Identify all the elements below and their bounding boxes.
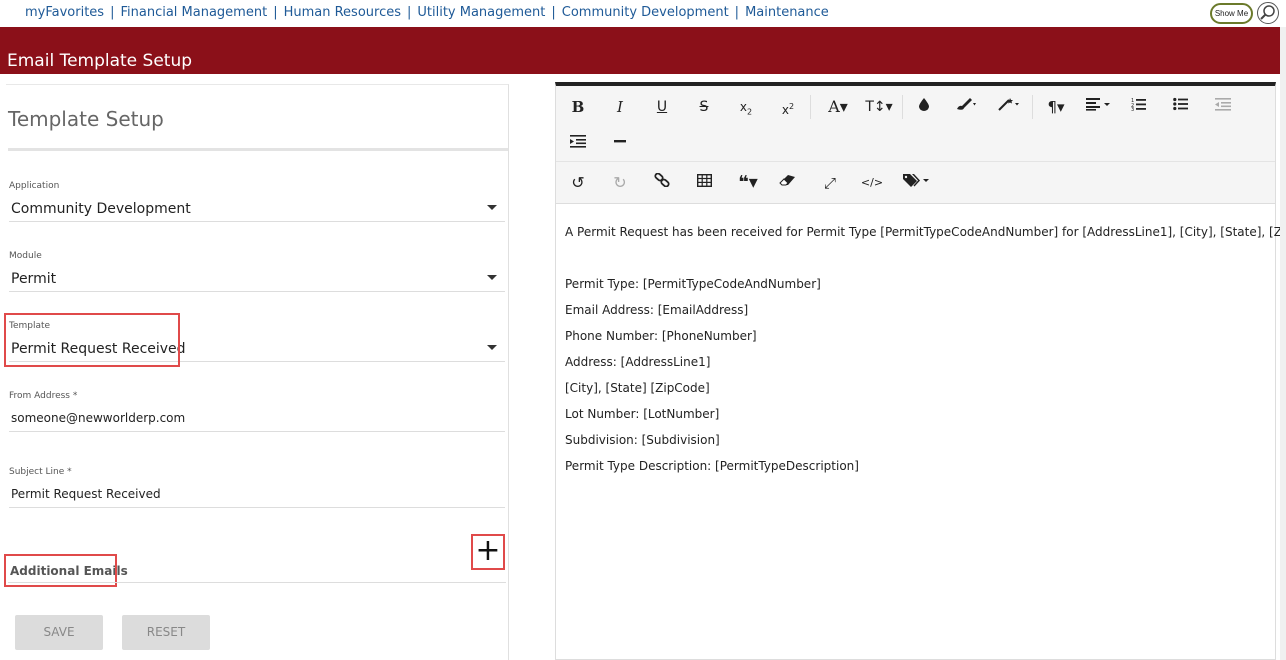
- chevron-down-icon[interactable]: [487, 345, 497, 350]
- content-line: Email Address: [EmailAddress]: [565, 303, 749, 317]
- fullscreen-icon[interactable]: ⤢: [817, 172, 843, 194]
- content-line: Phone Number: [PhoneNumber]: [565, 329, 757, 343]
- indent-icon[interactable]: [565, 133, 591, 155]
- content-line: [City], [State] [ZipCode]: [565, 381, 710, 395]
- redo-icon[interactable]: ↻: [607, 172, 633, 194]
- page-scrollbar[interactable]: [1280, 27, 1286, 660]
- show-me-button[interactable]: Show Me: [1210, 3, 1253, 24]
- ordered-list-icon[interactable]: 123: [1126, 96, 1152, 118]
- chevron-down-icon[interactable]: [487, 275, 497, 280]
- subscript-icon[interactable]: x2: [733, 96, 759, 118]
- reset-button[interactable]: RESET: [122, 615, 210, 650]
- module-select[interactable]: Module Permit: [9, 251, 505, 292]
- subject-line-field[interactable]: Subject Line * Permit Request Received: [9, 467, 505, 508]
- eraser-icon[interactable]: [775, 172, 801, 194]
- top-nav: myFavorites | Financial Management | Human R…: [0, 0, 1286, 27]
- application-select[interactable]: Application Community Development: [9, 181, 505, 222]
- table-icon[interactable]: [691, 172, 717, 194]
- nav-link-utility-management[interactable]: Utility Management: [417, 5, 545, 20]
- paragraph-icon[interactable]: ¶▾: [1040, 96, 1072, 118]
- outdent-icon[interactable]: [1210, 96, 1236, 118]
- nav-link-myfavorites[interactable]: myFavorites: [25, 5, 104, 20]
- content-line: Permit Type: [PermitTypeCodeAndNumber]: [565, 277, 821, 291]
- subject-line-label: Subject Line *: [9, 467, 72, 477]
- content-line: Permit Type Description: [PermitTypeDesc…: [565, 459, 859, 473]
- from-address-label: From Address *: [9, 391, 78, 401]
- nav-link-maintenance[interactable]: Maintenance: [745, 5, 829, 20]
- link-icon[interactable]: [649, 172, 675, 194]
- magic-icon[interactable]: [993, 96, 1025, 118]
- tags-icon[interactable]: [900, 172, 934, 194]
- page-title: Email Template Setup: [7, 51, 193, 71]
- italic-icon[interactable]: I: [607, 96, 633, 118]
- from-address-field[interactable]: From Address * someone@newworlderp.com: [9, 391, 505, 432]
- content-line: Lot Number: [LotNumber]: [565, 407, 720, 421]
- unordered-list-icon[interactable]: [1168, 96, 1194, 118]
- page-header: Email Template Setup: [0, 27, 1286, 74]
- strikethrough-icon[interactable]: S: [691, 96, 717, 118]
- quote-icon[interactable]: ❝▾: [732, 172, 764, 194]
- template-setup-title: Template Setup: [8, 107, 164, 131]
- nav-separator: |: [110, 5, 115, 20]
- module-value: Permit: [11, 271, 57, 287]
- template-highlight: [4, 313, 180, 367]
- content-line: Address: [AddressLine1]: [565, 355, 711, 369]
- module-label: Module: [9, 251, 42, 261]
- nav-separator: |: [273, 5, 278, 20]
- toolbar-divider: [810, 95, 811, 119]
- font-icon[interactable]: A▾: [822, 96, 854, 118]
- add-email-button[interactable]: +: [471, 534, 505, 570]
- nav-separator: |: [551, 5, 556, 20]
- nav-separator: |: [734, 5, 740, 20]
- bold-icon[interactable]: B: [565, 96, 591, 118]
- email-body-editor: B I U S x2 x2 A▾ T↕▾ ¶▾ 123 ↺ ↻ ❝▾ ⤢ </>…: [555, 82, 1286, 660]
- application-label: Application: [9, 181, 60, 191]
- nav-link-community-development[interactable]: Community Development: [562, 5, 729, 20]
- code-icon[interactable]: </>: [859, 172, 885, 194]
- content-line: Subdivision: [Subdivision]: [565, 433, 720, 447]
- underline-icon[interactable]: U: [649, 96, 675, 118]
- brush-icon[interactable]: [951, 96, 983, 118]
- editor-toolbar: B I U S x2 x2 A▾ T↕▾ ¶▾ 123 ↺ ↻ ❝▾ ⤢ </>: [556, 86, 1275, 204]
- divider: [8, 582, 506, 583]
- chevron-down-icon[interactable]: [487, 205, 497, 210]
- subject-line-value: Permit Request Received: [11, 487, 161, 501]
- toolbar-divider: [902, 95, 903, 119]
- superscript-icon[interactable]: x2: [775, 96, 801, 118]
- svg-text:3: 3: [1131, 107, 1134, 111]
- nav-link-human-resources[interactable]: Human Resources: [284, 5, 401, 20]
- toolbar-divider: [556, 161, 1275, 162]
- color-icon[interactable]: [911, 96, 937, 118]
- application-value: Community Development: [11, 201, 191, 217]
- search-icon[interactable]: [1257, 2, 1279, 24]
- divider: [8, 148, 508, 151]
- content-line: A Permit Request has been received for P…: [565, 225, 1286, 239]
- toolbar-divider: [1032, 95, 1033, 119]
- undo-icon[interactable]: ↺: [565, 172, 591, 194]
- from-address-value: someone@newworlderp.com: [11, 411, 186, 425]
- font-size-icon[interactable]: T↕▾: [862, 96, 896, 118]
- horizontal-rule-icon[interactable]: [607, 133, 633, 155]
- module-links: myFavorites | Financial Management | Human R…: [25, 5, 829, 20]
- nav-link-financial-management[interactable]: Financial Management: [120, 5, 267, 20]
- align-icon[interactable]: [1082, 96, 1116, 118]
- nav-separator: |: [406, 5, 412, 20]
- save-button[interactable]: SAVE: [15, 615, 103, 650]
